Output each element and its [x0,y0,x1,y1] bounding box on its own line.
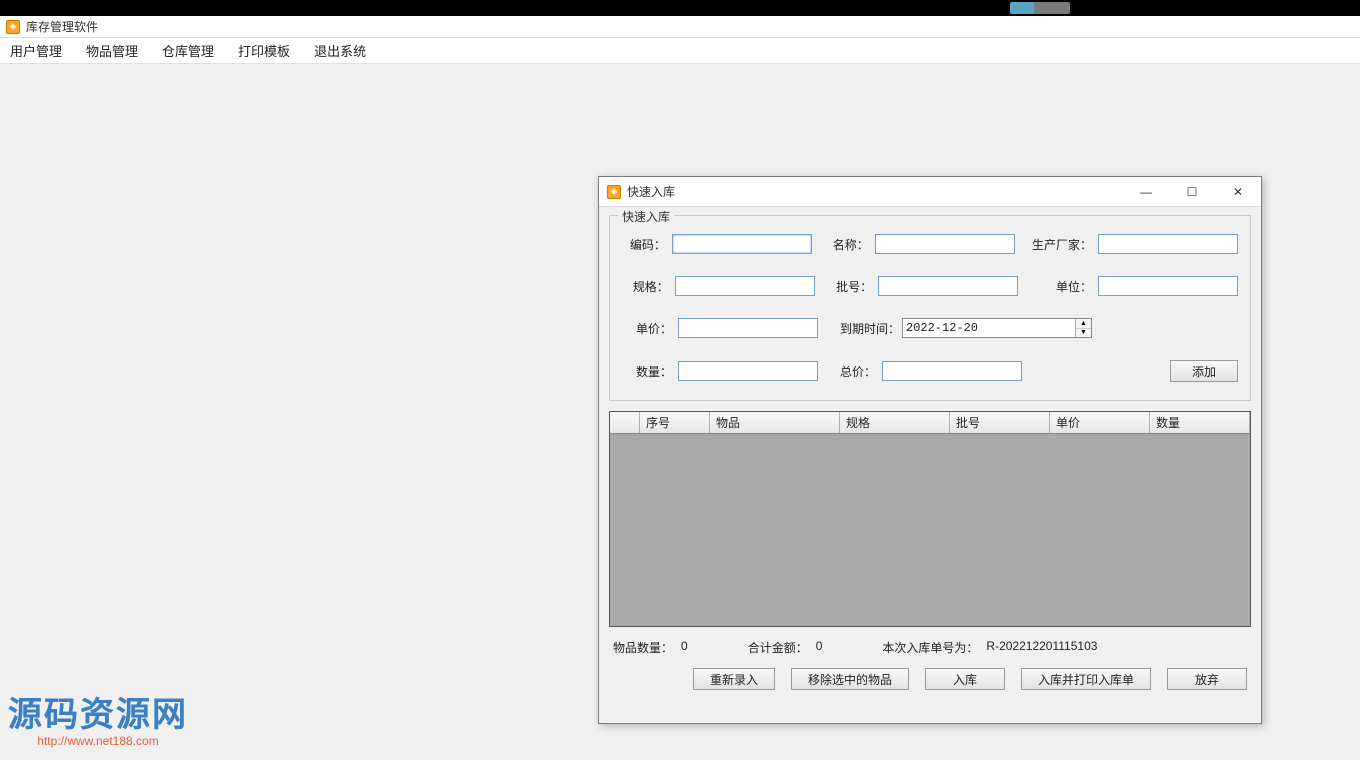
groupbox-label: 快速入库 [618,208,674,225]
main-window-title: 库存管理软件 [26,18,98,35]
date-spinner: ▲ ▼ [1075,319,1091,337]
input-unit[interactable] [1098,276,1238,296]
menu-exit-system[interactable]: 退出系统 [314,41,366,60]
grid-header: 序号 物品 规格 批号 单价 数量 [610,412,1250,434]
grid-header-batch[interactable]: 批号 [950,412,1050,433]
input-total [882,361,1022,381]
status-order-label: 本次入库单号为： [882,639,978,656]
input-name[interactable] [875,234,1015,254]
input-expire-date[interactable] [903,319,1075,337]
input-code[interactable] [672,234,812,254]
desktop-topbar [0,0,1360,16]
form-groupbox: 快速入库 编码： 名称： 生产厂家： 规格： 批号： 单位： 单价： 到期时间： [609,215,1251,401]
label-price: 单价： [622,320,672,337]
topbar-indicator [1010,2,1070,14]
label-total: 总价： [840,363,876,380]
menu-user-management[interactable]: 用户管理 [10,41,62,60]
quick-stockin-dialog: ◈ 快速入库 — ☐ ✕ 快速入库 编码： 名称： 生产厂家： 规格： 批号： [598,176,1262,724]
menu-warehouse-management[interactable]: 仓库管理 [162,41,214,60]
label-qty: 数量： [622,363,672,380]
status-qty-value: 0 [681,639,688,656]
status-row: 物品数量： 0 合计金额： 0 本次入库单号为： R-2022122011151… [599,631,1261,664]
dialog-button-row: 重新录入 移除选中的物品 入库 入库并打印入库单 放弃 [599,664,1261,700]
main-window-titlebar: ◈ 库存管理软件 [0,16,1360,38]
grid-header-spec[interactable]: 规格 [840,412,950,433]
input-manufacturer[interactable] [1098,234,1238,254]
discard-button[interactable]: 放弃 [1167,668,1247,690]
grid-header-selector[interactable] [610,412,640,433]
input-qty[interactable] [678,361,818,381]
dialog-title: 快速入库 [627,183,675,200]
status-total-label: 合计金额： [748,639,808,656]
input-batch[interactable] [878,276,1018,296]
label-spec: 规格： [622,278,669,295]
label-name: 名称： [833,236,869,253]
input-spec[interactable] [675,276,815,296]
grid-header-qty[interactable]: 数量 [1150,412,1250,433]
close-button[interactable]: ✕ [1215,177,1261,206]
date-spin-down[interactable]: ▼ [1076,329,1091,338]
reenter-button[interactable]: 重新录入 [693,668,775,690]
maximize-button[interactable]: ☐ [1169,177,1215,206]
label-code: 编码： [622,236,666,253]
date-picker-expire[interactable]: ▲ ▼ [902,318,1092,338]
grid-header-item[interactable]: 物品 [710,412,840,433]
app-icon: ◈ [6,20,20,34]
minimize-button[interactable]: — [1123,177,1169,206]
items-grid[interactable]: 序号 物品 规格 批号 单价 数量 [609,411,1251,627]
status-total-value: 0 [816,639,823,656]
label-manufacturer: 生产厂家： [1032,236,1092,253]
label-unit: 单位： [1036,278,1092,295]
label-batch: 批号： [836,278,872,295]
stockin-button[interactable]: 入库 [925,668,1005,690]
menu-print-template[interactable]: 打印模板 [238,41,290,60]
input-price[interactable] [678,318,818,338]
menubar: 用户管理 物品管理 仓库管理 打印模板 退出系统 [0,38,1360,64]
label-expire: 到期时间： [840,320,896,337]
grid-header-price[interactable]: 单价 [1050,412,1150,433]
grid-header-index[interactable]: 序号 [640,412,710,433]
add-button[interactable]: 添加 [1170,360,1238,382]
window-controls: — ☐ ✕ [1123,177,1261,206]
date-spin-up[interactable]: ▲ [1076,319,1091,329]
remove-selected-button[interactable]: 移除选中的物品 [791,668,909,690]
menu-item-management[interactable]: 物品管理 [86,41,138,60]
dialog-icon: ◈ [607,185,621,199]
stockin-print-button[interactable]: 入库并打印入库单 [1021,668,1151,690]
dialog-titlebar: ◈ 快速入库 — ☐ ✕ [599,177,1261,207]
status-qty-label: 物品数量： [613,639,673,656]
grid-body[interactable] [610,434,1250,626]
status-order-value: R-202212201115103 [986,639,1097,656]
